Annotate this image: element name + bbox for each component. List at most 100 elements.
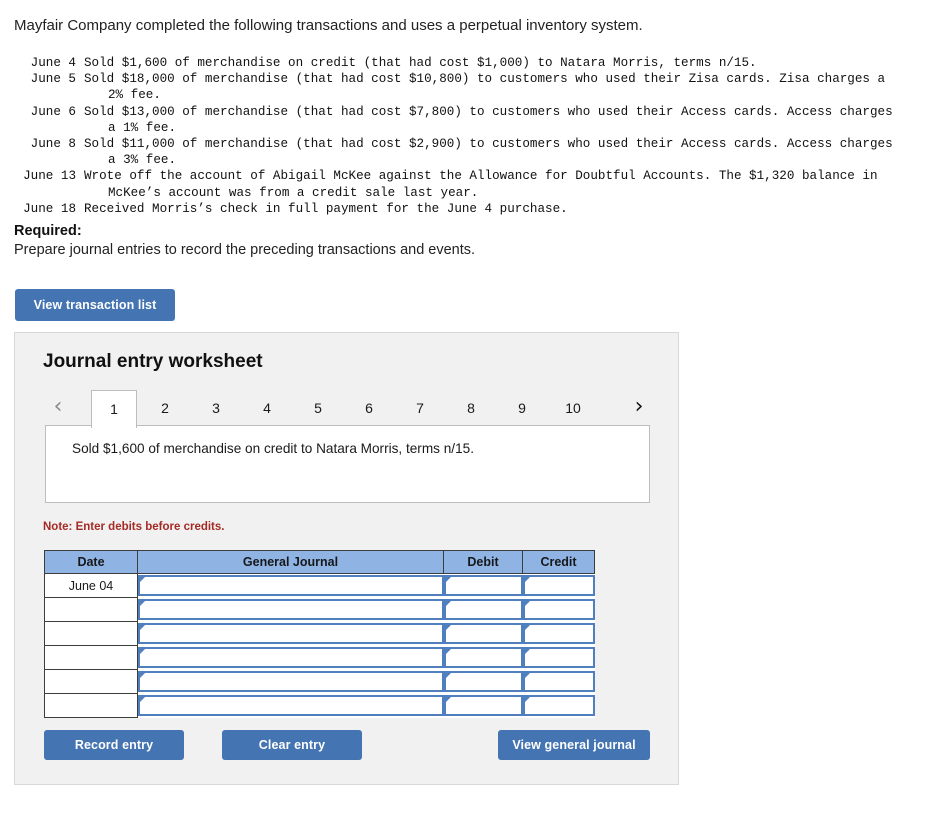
cell-credit[interactable] <box>522 621 595 646</box>
worksheet-title: Journal entry worksheet <box>43 351 263 372</box>
debit-input[interactable] <box>443 623 523 644</box>
cell-date[interactable] <box>44 645 138 670</box>
cell-credit[interactable] <box>522 645 595 670</box>
cell-credit[interactable] <box>522 597 595 622</box>
required-section: Required: Prepare journal entries to rec… <box>14 222 874 260</box>
credit-input[interactable] <box>522 599 595 620</box>
debits-before-credits-note: Note: Enter debits before credits. <box>43 521 225 533</box>
transaction-description-line2: 2% fee. <box>108 88 161 103</box>
cell-debit[interactable] <box>443 573 523 598</box>
required-label: Required: <box>14 223 82 239</box>
chevron-right-icon[interactable]: › <box>628 392 650 422</box>
worksheet-tab-1[interactable]: 1 <box>91 390 137 428</box>
credit-input[interactable] <box>522 623 595 644</box>
transaction-list: June 4 Sold $1,600 of merchandise on cre… <box>10 55 920 217</box>
worksheet-description-text: Sold $1,600 of merchandise on credit to … <box>72 441 474 456</box>
worksheet-tab-9[interactable]: 9 <box>499 390 545 426</box>
cell-date[interactable] <box>44 621 138 646</box>
transaction-description-line2: McKee’s account was from a credit sale l… <box>108 185 479 200</box>
table-row <box>44 669 595 694</box>
cell-debit[interactable] <box>443 597 523 622</box>
cell-date[interactable] <box>44 597 138 622</box>
credit-input[interactable] <box>522 647 595 668</box>
transaction-description-line1: Received Morris’s check in full payment … <box>84 201 568 216</box>
table-row <box>44 693 595 718</box>
general-journal-input[interactable] <box>138 647 444 668</box>
worksheet-tab-3[interactable]: 3 <box>193 390 239 426</box>
transaction-description-line1: Wrote off the account of Abigail McKee a… <box>84 169 878 184</box>
view-general-journal-button[interactable]: View general journal <box>498 730 650 760</box>
cell-general-journal[interactable] <box>137 573 444 598</box>
worksheet-tab-8[interactable]: 8 <box>448 390 494 426</box>
chevron-left-icon[interactable]: ‹ <box>47 392 69 422</box>
debit-input[interactable] <box>443 647 523 668</box>
transaction-description: Sold $11,000 of merchandise (that had co… <box>84 136 920 168</box>
debit-input[interactable] <box>443 599 523 620</box>
transaction-date: June 5 <box>30 72 76 87</box>
required-instruction: Prepare journal entries to record the pr… <box>14 242 476 258</box>
transaction-description-line1: Sold $1,600 of merchandise on credit (th… <box>84 56 757 70</box>
transaction-date: June 13 <box>23 169 76 184</box>
transaction-description: Sold $13,000 of merchandise (that had co… <box>84 104 920 136</box>
clear-entry-button[interactable]: Clear entry <box>222 730 362 760</box>
transaction-row: June 13 Wrote off the account of Abigail… <box>10 168 920 200</box>
cell-credit[interactable] <box>522 573 595 598</box>
cell-debit[interactable] <box>443 693 523 718</box>
debit-input[interactable] <box>443 671 523 692</box>
cell-debit[interactable] <box>443 621 523 646</box>
transaction-description-line1: Sold $18,000 of merchandise (that had co… <box>84 72 886 87</box>
worksheet-tabs: ‹ 1 2 3 4 5 6 7 8 9 10 › <box>37 388 657 428</box>
table-row <box>44 645 595 670</box>
cell-general-journal[interactable] <box>137 597 444 622</box>
transaction-description-line1: Sold $11,000 of merchandise (that had co… <box>84 137 893 152</box>
cell-debit[interactable] <box>443 645 523 670</box>
page-intro-text: Mayfair Company completed the following … <box>14 17 643 34</box>
table-row: June 04 <box>44 573 595 598</box>
transaction-description: Sold $1,600 of merchandise on credit (th… <box>84 55 920 71</box>
credit-input[interactable] <box>522 575 595 597</box>
transaction-date: June 18 <box>23 201 76 216</box>
debit-input[interactable] <box>443 695 523 716</box>
worksheet-tab-4[interactable]: 4 <box>244 390 290 426</box>
transaction-description-box: Sold $1,600 of merchandise on credit to … <box>45 425 650 503</box>
transaction-description: Sold $18,000 of merchandise (that had co… <box>84 71 920 103</box>
cell-general-journal[interactable] <box>137 669 444 694</box>
view-transaction-list-button[interactable]: View transaction list <box>15 289 175 321</box>
credit-input[interactable] <box>522 671 595 692</box>
cell-general-journal[interactable] <box>137 621 444 646</box>
general-journal-input[interactable] <box>138 623 444 644</box>
transaction-row: June 18 Received Morris’s check in full … <box>10 201 920 217</box>
transaction-description-line1: Sold $13,000 of merchandise (that had co… <box>84 104 893 119</box>
worksheet-tab-10[interactable]: 10 <box>550 390 596 426</box>
cell-general-journal[interactable] <box>137 693 444 718</box>
credit-input[interactable] <box>522 695 595 716</box>
transaction-row: June 4 Sold $1,600 of merchandise on cre… <box>10 55 920 71</box>
general-journal-input[interactable] <box>138 695 444 716</box>
general-journal-input[interactable] <box>138 599 444 620</box>
cell-credit[interactable] <box>522 693 595 718</box>
worksheet-tab-2[interactable]: 2 <box>142 390 188 426</box>
worksheet-tab-6[interactable]: 6 <box>346 390 392 426</box>
cell-debit[interactable] <box>443 669 523 694</box>
worksheet-tab-7[interactable]: 7 <box>397 390 443 426</box>
general-journal-input[interactable] <box>138 575 444 597</box>
table-header-row: Date General Journal Debit Credit <box>44 550 595 574</box>
transaction-description-line2: a 3% fee. <box>108 153 177 168</box>
worksheet-tab-5[interactable]: 5 <box>295 390 341 426</box>
cell-date[interactable]: June 04 <box>44 573 138 598</box>
transaction-date: June 4 <box>30 56 76 70</box>
cell-date[interactable] <box>44 669 138 694</box>
cell-credit[interactable] <box>522 669 595 694</box>
debit-input[interactable] <box>443 575 523 597</box>
transaction-date: June 8 <box>30 137 76 152</box>
transaction-row: June 6 Sold $13,000 of merchandise (that… <box>10 104 920 136</box>
column-header-general-journal: General Journal <box>137 550 444 574</box>
transaction-row: June 8 Sold $11,000 of merchandise (that… <box>10 136 920 168</box>
cell-general-journal[interactable] <box>137 645 444 670</box>
journal-entry-worksheet-panel: Journal entry worksheet ‹ 1 2 3 4 5 6 7 … <box>14 332 679 785</box>
column-header-date: Date <box>44 550 138 574</box>
record-entry-button[interactable]: Record entry <box>44 730 184 760</box>
general-journal-input[interactable] <box>138 671 444 692</box>
table-row <box>44 621 595 646</box>
cell-date[interactable] <box>44 693 138 718</box>
